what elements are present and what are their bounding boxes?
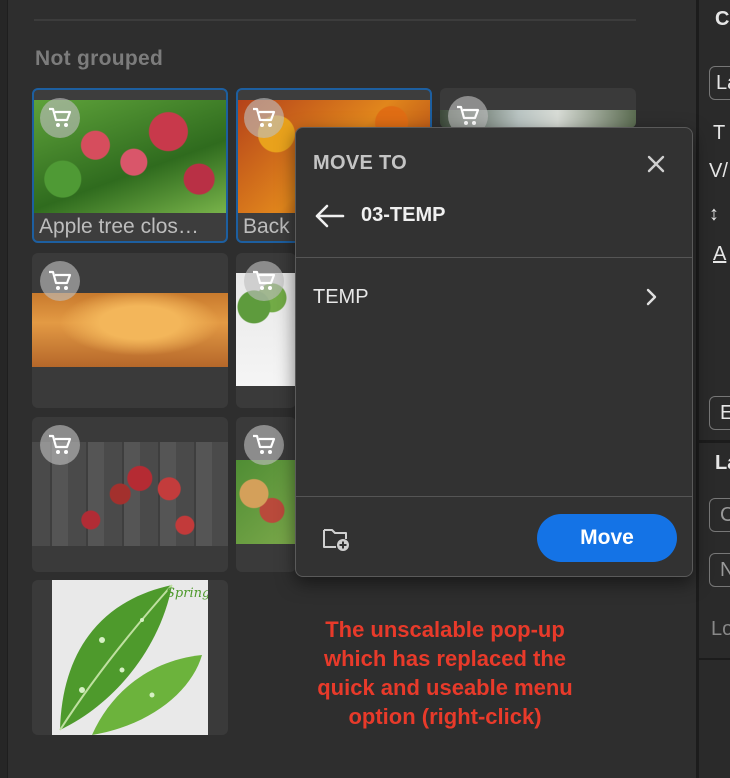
panel-divider — [699, 440, 730, 443]
section-divider — [34, 19, 636, 21]
current-folder-name: 03-TEMP — [361, 204, 446, 226]
move-button[interactable]: Move — [537, 514, 677, 562]
asset-thumbnail — [32, 293, 228, 367]
dialog-divider — [296, 257, 692, 258]
group-heading: Not grouped — [35, 47, 164, 70]
panel-header: Cl — [715, 8, 730, 30]
spring-label: Spring — [166, 586, 208, 601]
layer-field-value: C — [720, 504, 730, 526]
asset-tile[interactable]: Apple tree clos… — [32, 88, 228, 243]
asset-tile[interactable] — [440, 88, 636, 128]
name-field[interactable]: N — [709, 553, 730, 587]
cart-icon[interactable] — [244, 425, 284, 465]
panel-edge — [0, 0, 8, 778]
layer-field[interactable]: C — [709, 498, 730, 532]
cart-icon[interactable] — [244, 98, 284, 138]
arrow-left-icon[interactable] — [313, 203, 345, 229]
asset-tile[interactable] — [236, 417, 296, 572]
cart-icon[interactable] — [40, 98, 80, 138]
move-to-dialog: MOVE TO 03-TEMP TEMP Move — [295, 127, 693, 577]
properties-panel: Cl La T V/ ↕ A E La C N Lo — [696, 0, 730, 778]
font-field-value: La — [716, 72, 730, 94]
lock-label: Lo — [711, 618, 730, 640]
text-size-icon[interactable]: T — [713, 122, 725, 145]
folder-label: TEMP — [313, 286, 369, 308]
cart-icon[interactable] — [244, 261, 284, 301]
new-folder-icon[interactable] — [322, 525, 352, 553]
baseline-icon[interactable]: A — [713, 243, 726, 266]
asset-tile[interactable] — [32, 417, 228, 572]
font-field[interactable]: La — [709, 66, 730, 100]
asset-tile[interactable]: Spring — [32, 580, 228, 735]
folder-row-temp[interactable]: TEMP — [296, 273, 692, 319]
chevron-right-icon — [644, 287, 660, 307]
asset-tile[interactable] — [32, 253, 228, 408]
name-field-value: N — [720, 559, 730, 581]
cart-icon[interactable] — [40, 425, 80, 465]
panel-button-label: E — [720, 402, 730, 424]
cart-icon[interactable] — [448, 96, 488, 128]
close-icon[interactable] — [644, 152, 668, 176]
dialog-title: MOVE TO — [313, 152, 407, 174]
asset-thumbnail: Spring — [52, 580, 208, 735]
leaf-illustration — [59, 584, 202, 735]
asset-caption: Apple tree clos… — [39, 215, 199, 238]
asset-thumbnail — [236, 460, 296, 544]
annotation-text: The unscalable pop-up which has replaced… — [317, 617, 573, 729]
dialog-divider — [296, 496, 692, 497]
panel-divider — [699, 658, 730, 660]
kerning-icon[interactable]: V/ — [709, 160, 728, 183]
section-label: La — [715, 452, 730, 474]
asset-tile[interactable] — [236, 253, 296, 408]
cart-icon[interactable] — [40, 261, 80, 301]
leading-icon[interactable]: ↕ — [709, 203, 719, 226]
panel-button[interactable]: E — [709, 396, 730, 430]
